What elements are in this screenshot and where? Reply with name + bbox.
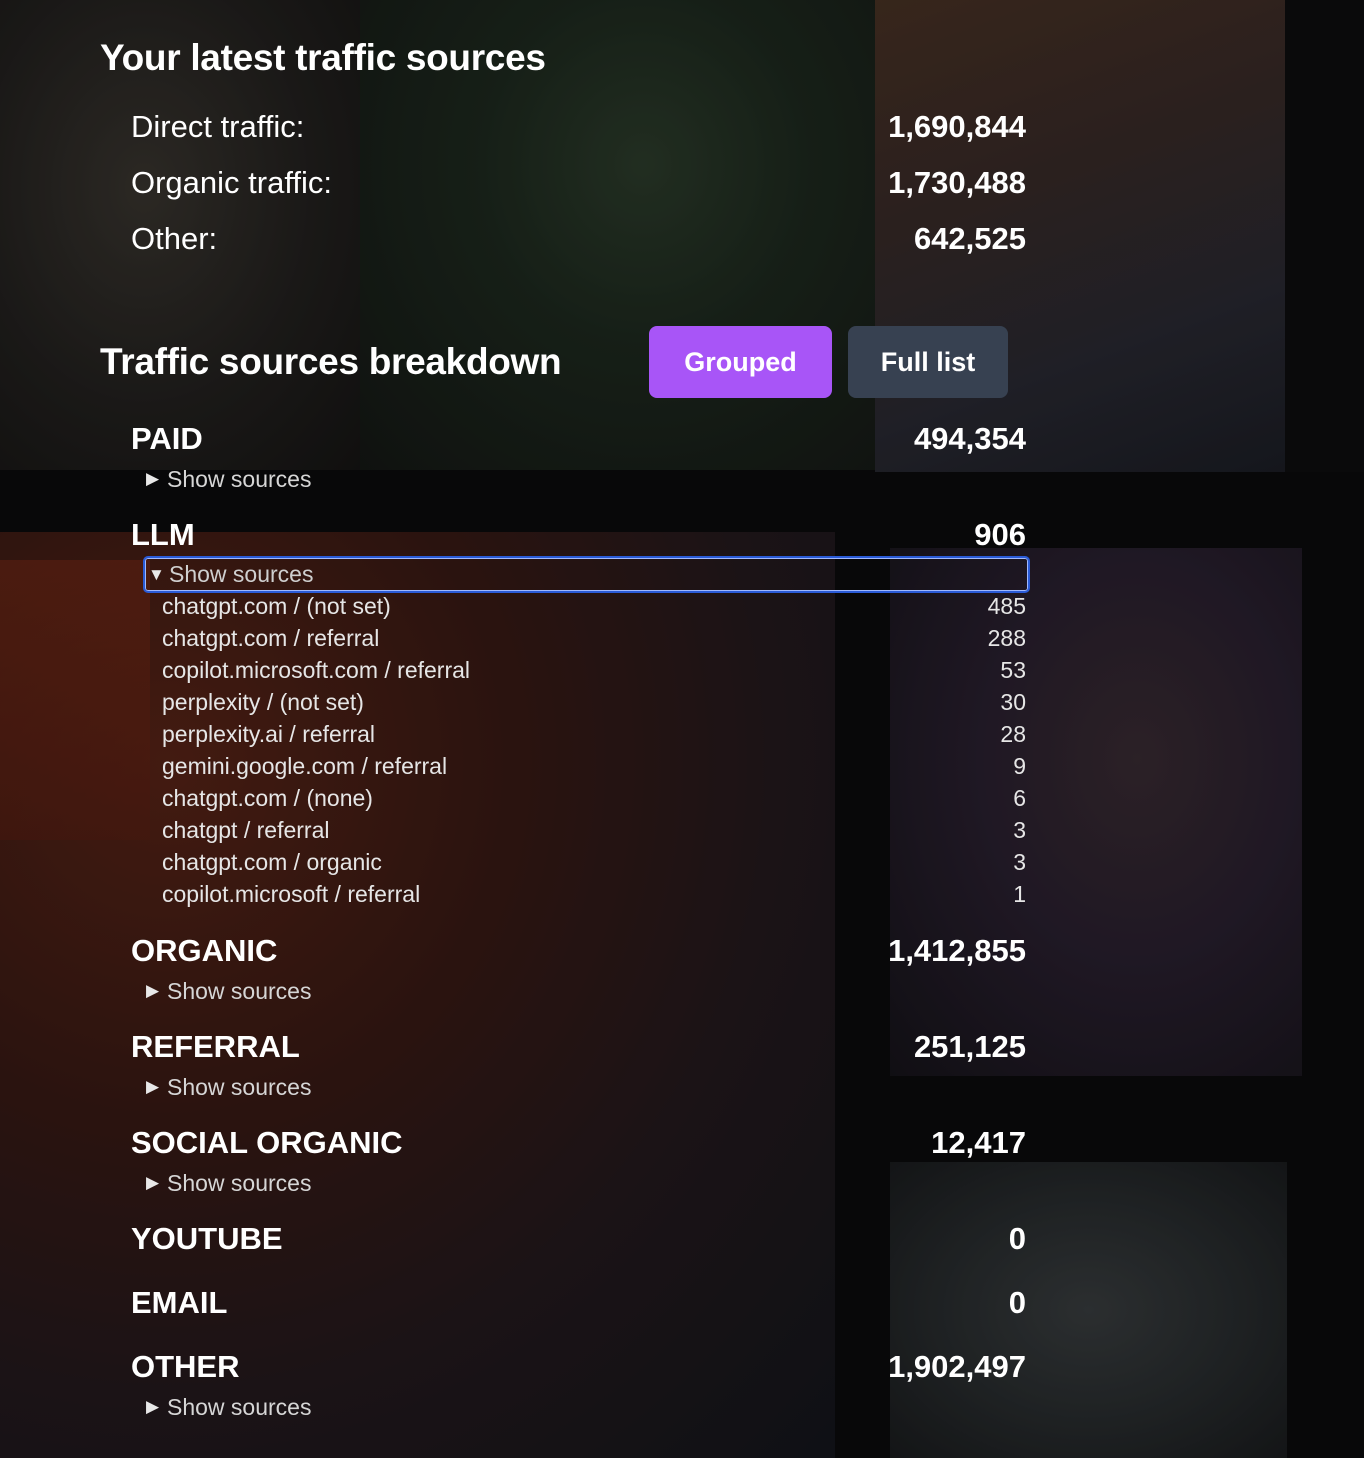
summary-value: 642,525 xyxy=(913,221,1026,256)
group-value: 0 xyxy=(1008,1221,1026,1256)
group-row-referral: REFERRAL 251,125 xyxy=(131,1027,1026,1067)
group-row-youtube: YOUTUBE 0 xyxy=(131,1219,1026,1259)
group-value: 494,354 xyxy=(913,421,1026,456)
show-sources-label: Show sources xyxy=(167,1169,312,1196)
expand-triangle-icon: ▶ xyxy=(146,1077,160,1096)
list-item: chatgpt / referral 3 xyxy=(162,814,1026,846)
summary-label: Direct traffic: xyxy=(131,109,305,144)
group-name: SOCIAL ORGANIC xyxy=(131,1125,403,1160)
source-name: perplexity.ai / referral xyxy=(162,720,376,747)
source-value: 28 xyxy=(1000,720,1026,747)
group-name: REFERRAL xyxy=(131,1029,300,1064)
source-name: chatgpt.com / (not set) xyxy=(162,592,391,619)
group-name: EMAIL xyxy=(131,1285,228,1320)
group-row-llm: LLM 906 xyxy=(131,515,1026,555)
llm-sources-list: chatgpt.com / (not set) 485 chatgpt.com … xyxy=(162,590,1026,910)
source-value: 288 xyxy=(987,624,1026,651)
show-sources-label: Show sources xyxy=(169,561,314,587)
summary-row-organic: Organic traffic: 1,730,488 xyxy=(131,163,1026,203)
show-sources-toggle-organic[interactable]: ▶ Show sources xyxy=(146,976,311,1006)
group-row-other: OTHER 1,902,497 xyxy=(131,1347,1026,1387)
list-item: chatgpt.com / (none) 6 xyxy=(162,782,1026,814)
show-sources-label: Show sources xyxy=(167,1073,312,1100)
source-name: chatgpt.com / organic xyxy=(162,848,382,875)
show-sources-toggle-referral[interactable]: ▶ Show sources xyxy=(146,1072,311,1102)
group-value: 1,412,855 xyxy=(888,933,1026,968)
list-item: gemini.google.com / referral 9 xyxy=(162,750,1026,782)
summary-label: Other: xyxy=(131,221,218,256)
list-item: perplexity.ai / referral 28 xyxy=(162,718,1026,750)
list-item: chatgpt.com / (not set) 485 xyxy=(162,590,1026,622)
summary-row-direct: Direct traffic: 1,690,844 xyxy=(131,107,1026,147)
list-item: copilot.microsoft.com / referral 53 xyxy=(162,654,1026,686)
group-name: ORGANIC xyxy=(131,933,278,968)
source-value: 1 xyxy=(1013,880,1026,907)
breakdown-title: Traffic sources breakdown xyxy=(100,341,562,382)
group-name: OTHER xyxy=(131,1349,240,1384)
group-value: 1,902,497 xyxy=(888,1349,1026,1384)
group-value: 251,125 xyxy=(913,1029,1026,1064)
collapse-triangle-icon: ▼ xyxy=(148,564,165,584)
source-name: copilot.microsoft / referral xyxy=(162,880,421,907)
summary-label: Organic traffic: xyxy=(131,165,333,200)
source-value: 6 xyxy=(1013,784,1026,811)
source-name: chatgpt.com / (none) xyxy=(162,784,373,811)
show-sources-toggle-paid[interactable]: ▶ Show sources xyxy=(146,464,311,494)
source-value: 30 xyxy=(1000,688,1026,715)
expand-triangle-icon: ▶ xyxy=(146,1173,160,1192)
group-row-organic: ORGANIC 1,412,855 xyxy=(131,931,1026,971)
summary-title: Your latest traffic sources xyxy=(100,37,546,78)
source-name: perplexity / (not set) xyxy=(162,688,364,715)
show-sources-toggle-other[interactable]: ▶ Show sources xyxy=(146,1392,311,1422)
show-sources-label: Show sources xyxy=(167,1393,312,1420)
full-list-view-button[interactable]: Full list xyxy=(848,326,1008,398)
source-value: 3 xyxy=(1013,816,1026,843)
grouped-view-button[interactable]: Grouped xyxy=(649,326,832,398)
source-name: copilot.microsoft.com / referral xyxy=(162,656,471,683)
traffic-sources-page: Your latest traffic sources Direct traff… xyxy=(0,0,1364,1458)
show-sources-label: Show sources xyxy=(167,977,312,1004)
summary-row-other: Other: 642,525 xyxy=(131,219,1026,259)
group-row-social-organic: SOCIAL ORGANIC 12,417 xyxy=(131,1123,1026,1163)
group-name: PAID xyxy=(131,421,203,456)
summary-value: 1,730,488 xyxy=(888,165,1026,200)
summary-value: 1,690,844 xyxy=(888,109,1026,144)
show-sources-toggle-social-organic[interactable]: ▶ Show sources xyxy=(146,1168,311,1198)
group-value: 12,417 xyxy=(931,1125,1026,1160)
list-item: chatgpt.com / organic 3 xyxy=(162,846,1026,878)
show-sources-label: Show sources xyxy=(167,465,312,492)
group-value: 906 xyxy=(974,517,1026,552)
group-row-email: EMAIL 0 xyxy=(131,1283,1026,1323)
group-row-paid: PAID 494,354 xyxy=(131,419,1026,459)
group-value: 0 xyxy=(1008,1285,1026,1320)
expand-triangle-icon: ▶ xyxy=(146,469,160,488)
expand-triangle-icon: ▶ xyxy=(146,1397,160,1416)
source-value: 9 xyxy=(1013,752,1026,779)
source-value: 485 xyxy=(987,592,1026,619)
source-name: chatgpt.com / referral xyxy=(162,624,380,651)
list-item: chatgpt.com / referral 288 xyxy=(162,622,1026,654)
group-name: LLM xyxy=(131,517,195,552)
show-sources-toggle-llm[interactable]: ▼ Show sources xyxy=(143,556,1030,593)
source-name: chatgpt / referral xyxy=(162,816,330,843)
group-name: YOUTUBE xyxy=(131,1221,283,1256)
expand-triangle-icon: ▶ xyxy=(146,981,160,1000)
list-item: copilot.microsoft / referral 1 xyxy=(162,878,1026,910)
list-item: perplexity / (not set) 30 xyxy=(162,686,1026,718)
source-value: 3 xyxy=(1013,848,1026,875)
source-value: 53 xyxy=(1000,656,1026,683)
source-name: gemini.google.com / referral xyxy=(162,752,448,779)
